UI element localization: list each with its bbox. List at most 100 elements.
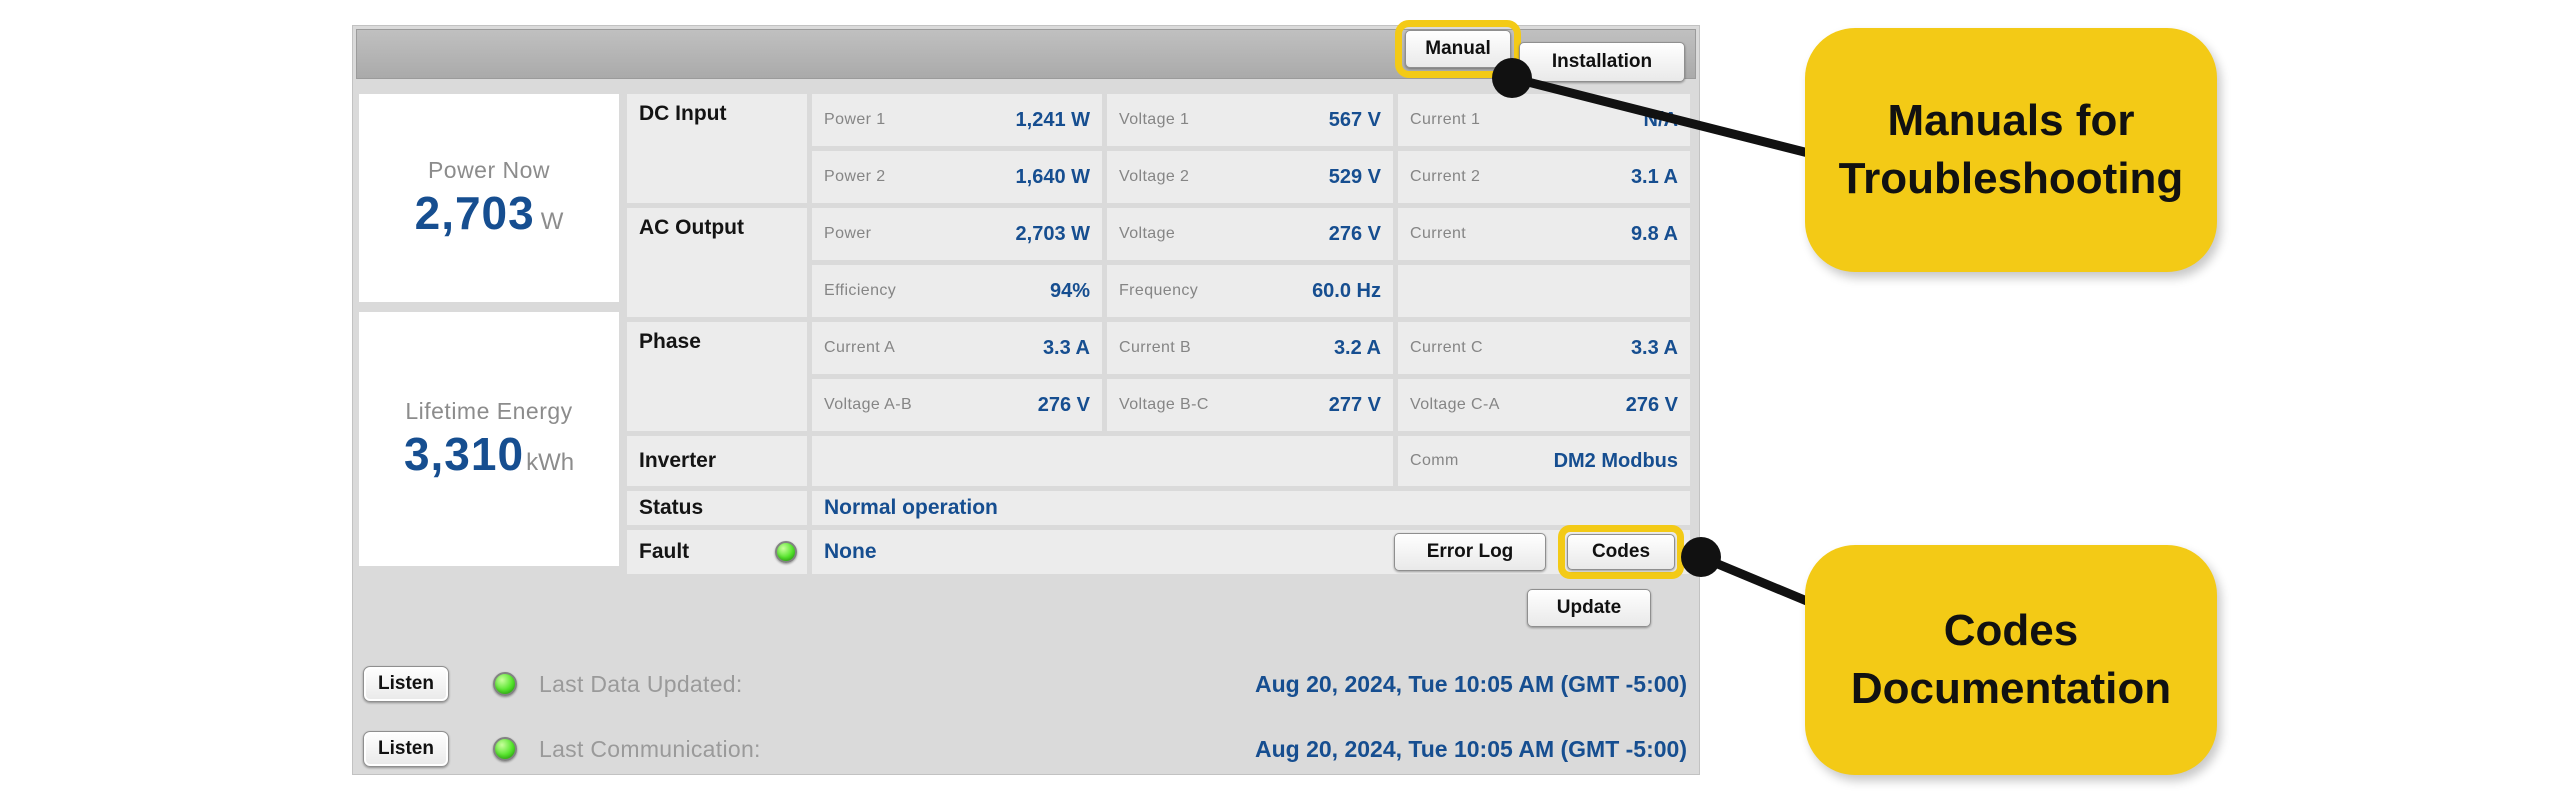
codes-callout-line2: Documentation [1850, 664, 2172, 713]
dc-current1-cell: Current 1 N/A [1398, 94, 1690, 146]
inverter-status-panel: Manual Installation Power Now 2,703 W Li… [352, 20, 1700, 775]
dc-power2-label: Power 2 [824, 168, 886, 185]
error-log-button[interactable]: Error Log [1394, 533, 1546, 571]
ac-frequency-label: Frequency [1119, 282, 1199, 299]
ac-power-cell: Power 2,703 W [812, 208, 1102, 260]
ac-current-cell: Current 9.8 A [1398, 208, 1690, 260]
readings-table: DC Input Power 1 1,241 W Voltage 1 567 V… [627, 94, 1693, 579]
ac-power-value: 2,703 W [1015, 222, 1090, 245]
lifetime-energy-card: Lifetime Energy 3,310 kWh [359, 312, 619, 566]
dc-voltage2-cell: Voltage 2 529 V [1107, 151, 1393, 203]
last-communication-row: Listen Last Communication: Aug 20, 2024,… [363, 729, 1687, 769]
topbar: Manual Installation [356, 20, 1696, 82]
dc-current2-label: Current 2 [1410, 168, 1481, 185]
status-value-cell: Normal operation [812, 491, 1690, 525]
section-dc-input: DC Input [627, 94, 807, 203]
phase-current-b-cell: Current B 3.2 A [1107, 322, 1393, 374]
phase-voltage-ca-label: Voltage C-A [1410, 396, 1500, 413]
phase-current-c-value: 3.3 A [1630, 336, 1678, 359]
ac-frequency-cell: Frequency 60.0 Hz [1107, 265, 1393, 317]
ac-current-label: Current [1410, 225, 1467, 242]
phase-current-b-value: 3.2 A [1333, 336, 1381, 359]
phase-voltage-ca-cell: Voltage C-A 276 V [1398, 379, 1690, 431]
inverter-empty-cell [812, 436, 1393, 486]
ac-voltage-cell: Voltage 276 V [1107, 208, 1393, 260]
ac-efficiency-cell: Efficiency 94% [812, 265, 1102, 317]
ac-current-value: 9.8 A [1630, 222, 1678, 245]
page: Manual Installation Power Now 2,703 W Li… [0, 0, 2552, 808]
lifetime-energy-label: Lifetime Energy [405, 397, 573, 424]
fault-value-cell: None Error Log Codes [812, 525, 1690, 579]
last-communication-label: Last Communication: [539, 735, 761, 762]
last-data-updated-row: Listen Last Data Updated: Aug 20, 2024, … [363, 664, 1687, 704]
power-now-label: Power Now [427, 156, 551, 183]
fault-label: Fault [639, 540, 690, 563]
phase-voltage-ab-value: 276 V [1037, 393, 1090, 416]
update-button[interactable]: Update [1527, 589, 1651, 627]
fault-led-icon [775, 541, 797, 563]
section-phase: Phase [627, 322, 807, 431]
phase-voltage-bc-cell: Voltage B-C 277 V [1107, 379, 1393, 431]
phase-current-a-cell: Current A 3.3 A [812, 322, 1102, 374]
ac-empty-cell [1398, 265, 1690, 317]
codes-button[interactable]: Codes [1567, 534, 1675, 570]
codes-callout-line1: Codes [1943, 605, 2079, 655]
phase-current-c-cell: Current C 3.3 A [1398, 322, 1690, 374]
codes-highlight-ring: Codes [1558, 525, 1684, 579]
dc-voltage1-cell: Voltage 1 567 V [1107, 94, 1393, 146]
phase-current-a-label: Current A [824, 339, 896, 356]
listen-led-icon [493, 737, 517, 761]
lifetime-energy-value: 3,310 [403, 427, 525, 480]
phase-voltage-bc-label: Voltage B-C [1119, 396, 1209, 413]
lifetime-energy-unit: kWh [526, 448, 575, 476]
phase-current-b-label: Current B [1119, 339, 1192, 356]
dc-voltage1-value: 567 V [1328, 108, 1381, 131]
phase-current-a-value: 3.3 A [1042, 336, 1090, 359]
last-data-updated-value: Aug 20, 2024, Tue 10:05 AM (GMT -5:00) [1254, 670, 1687, 697]
dc-voltage2-value: 529 V [1328, 165, 1381, 188]
ac-frequency-value: 60.0 Hz [1312, 279, 1381, 302]
phase-voltage-bc-value: 277 V [1328, 393, 1381, 416]
manual-callout-line2: Troubleshooting [1838, 154, 2184, 203]
dc-power2-value: 1,640 W [1015, 165, 1090, 188]
dc-power1-cell: Power 1 1,241 W [812, 94, 1102, 146]
manual-callout-line1: Manuals for [1887, 95, 2135, 145]
manual-highlight-ring: Manual [1395, 20, 1521, 78]
section-fault: Fault [627, 530, 807, 574]
dc-power1-value: 1,241 W [1015, 108, 1090, 131]
phase-voltage-ab-cell: Voltage A-B 276 V [812, 379, 1102, 431]
ac-voltage-label: Voltage [1119, 225, 1176, 242]
ac-efficiency-label: Efficiency [824, 282, 897, 299]
power-now-unit: W [540, 207, 564, 235]
phase-current-c-label: Current C [1410, 339, 1483, 356]
last-communication-value: Aug 20, 2024, Tue 10:05 AM (GMT -5:00) [1254, 735, 1687, 762]
dc-current1-label: Current 1 [1410, 111, 1481, 128]
phase-voltage-ab-label: Voltage A-B [824, 396, 913, 413]
listen-led-icon [493, 672, 517, 696]
section-status: Status [627, 491, 807, 525]
last-data-updated-label: Last Data Updated: [539, 670, 743, 697]
section-ac-output: AC Output [627, 208, 807, 317]
manual-button[interactable]: Manual [1405, 30, 1511, 68]
power-now-card: Power Now 2,703 W [359, 94, 619, 302]
dc-voltage2-label: Voltage 2 [1119, 168, 1190, 185]
listen-button[interactable]: Listen [363, 666, 449, 702]
power-now-value: 2,703 [414, 186, 535, 239]
inverter-comm-value: DM2 Modbus [1553, 449, 1678, 472]
codes-callout-bubble: Codes Documentation [1805, 545, 2217, 775]
dc-voltage1-label: Voltage 1 [1119, 111, 1190, 128]
phase-voltage-ca-value: 276 V [1625, 393, 1678, 416]
manual-callout-bubble: Manuals for Troubleshooting [1805, 28, 2217, 272]
fault-value: None [824, 540, 877, 563]
inverter-comm-cell: Comm DM2 Modbus [1398, 436, 1690, 486]
dc-power2-cell: Power 2 1,640 W [812, 151, 1102, 203]
dc-current2-value: 3.1 A [1630, 165, 1678, 188]
status-value: Normal operation [824, 496, 998, 519]
ac-efficiency-value: 94% [1049, 279, 1090, 302]
installation-button[interactable]: Installation [1519, 42, 1685, 82]
dc-current2-cell: Current 2 3.1 A [1398, 151, 1690, 203]
ac-power-label: Power [824, 225, 872, 242]
listen-button[interactable]: Listen [363, 731, 449, 767]
ac-voltage-value: 276 V [1328, 222, 1381, 245]
dc-current1-value: N/A [1643, 108, 1678, 131]
